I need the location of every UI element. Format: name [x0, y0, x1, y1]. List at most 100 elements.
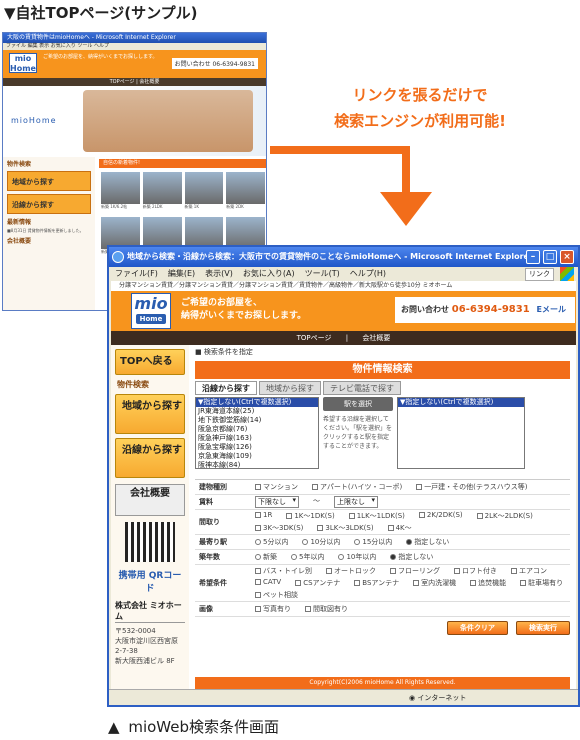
- line-option[interactable]: ▼指定しない(Ctrlで複数選択): [196, 398, 318, 407]
- minimize-icon[interactable]: –: [526, 250, 540, 264]
- checkbox-option[interactable]: フローリング: [390, 566, 440, 576]
- radio-option[interactable]: 指定しない: [406, 537, 449, 547]
- house-photo[interactable]: [142, 172, 182, 204]
- line-option[interactable]: 阪急京都線(76): [196, 425, 318, 434]
- site-logo[interactable]: mio Home: [131, 293, 171, 329]
- station-item[interactable]: ▼指定しない(Ctrlで複数選択): [398, 398, 524, 407]
- checkbox-icon[interactable]: [348, 513, 355, 519]
- checkbox-option[interactable]: 3K〜3DK(S): [255, 523, 303, 533]
- checkbox-icon[interactable]: [511, 568, 517, 574]
- checkbox-option[interactable]: オートロック: [326, 566, 376, 576]
- radio-option[interactable]: 指定しない: [390, 552, 433, 562]
- checkbox-option[interactable]: 間取図有り: [305, 604, 348, 614]
- radio-icon[interactable]: [255, 554, 261, 560]
- checkbox-option[interactable]: 2LK〜2LDK(S): [476, 511, 533, 521]
- line-option[interactable]: 阪急宝塚線(126): [196, 443, 318, 452]
- checkbox-icon[interactable]: [326, 568, 332, 574]
- checkbox-icon[interactable]: [390, 568, 396, 574]
- checkbox-option[interactable]: 一戸建・その他(テラスハウス等): [416, 482, 528, 492]
- menu-view[interactable]: 表示(V): [205, 267, 233, 281]
- radio-option[interactable]: 10年以内: [338, 552, 376, 562]
- checkbox-option[interactable]: ロフト付き: [454, 566, 497, 576]
- menu-favorites[interactable]: お気に入り(A): [243, 267, 295, 281]
- company-button[interactable]: 会社概要: [115, 484, 185, 516]
- checkbox-icon[interactable]: [520, 580, 527, 586]
- checkbox-option[interactable]: 1LK〜1LDK(S): [348, 511, 405, 521]
- top-links[interactable]: 分譲マンション賃貸／分譲マンション賃貸／分譲マンション賃貸／賃貸物件／高級物件／…: [111, 281, 576, 291]
- radio-option[interactable]: 5分以内: [255, 537, 288, 547]
- radio-icon[interactable]: [390, 554, 397, 560]
- radio-option[interactable]: 新築: [255, 552, 277, 562]
- house-photo[interactable]: [226, 172, 265, 204]
- nav-top[interactable]: TOPページ: [297, 334, 332, 342]
- radio-option[interactable]: 5年以内: [291, 552, 324, 562]
- close-icon[interactable]: ×: [560, 250, 574, 264]
- line-option[interactable]: 阪神本線(84): [196, 461, 318, 468]
- checkbox-icon[interactable]: [413, 580, 420, 586]
- nav-company[interactable]: 会社概要: [362, 334, 390, 342]
- checkbox-option[interactable]: 室内洗濯機: [413, 578, 456, 588]
- checkbox-option[interactable]: 追焚機能: [470, 578, 506, 588]
- station-listbox[interactable]: ▼指定しない(Ctrlで複数選択): [397, 397, 525, 469]
- radio-option[interactable]: 10分以内: [302, 537, 340, 547]
- radio-icon[interactable]: [302, 539, 309, 545]
- links-button[interactable]: リンク: [525, 268, 554, 281]
- checkbox-option[interactable]: 1R: [255, 511, 272, 521]
- line-search-button[interactable]: 沿線から探す: [115, 438, 185, 478]
- checkbox-option[interactable]: CATV: [255, 578, 281, 588]
- checkbox-icon[interactable]: [255, 592, 261, 598]
- line-option[interactable]: 阪急神戸線(163): [196, 434, 318, 443]
- tab-videophone[interactable]: テレビ電話で探す: [323, 381, 401, 395]
- radio-icon[interactable]: [338, 554, 345, 560]
- line-listbox[interactable]: ▼指定しない(Ctrlで複数選択) JR東海道本線(25) 地下鉄御堂筋線(14) 阪…: [195, 397, 319, 469]
- station-select-button[interactable]: 駅を選択: [323, 397, 393, 411]
- menu-help[interactable]: ヘルプ(H): [350, 267, 386, 281]
- checkbox-icon[interactable]: [255, 606, 261, 612]
- radio-icon[interactable]: [354, 539, 361, 545]
- radio-icon[interactable]: [255, 539, 261, 545]
- top-back-button[interactable]: TOPへ戻る: [115, 349, 185, 375]
- checkbox-icon[interactable]: [305, 606, 311, 612]
- checkbox-icon[interactable]: [286, 513, 293, 519]
- checkbox-option[interactable]: 2K/2DK(S): [418, 511, 463, 521]
- checkbox-option[interactable]: アパート(ハイツ・コーポ): [312, 482, 402, 492]
- checkbox-icon[interactable]: [255, 484, 261, 490]
- radio-option[interactable]: 15分以内: [354, 537, 392, 547]
- checkbox-icon[interactable]: [255, 525, 261, 531]
- checkbox-icon[interactable]: [476, 513, 483, 519]
- checkbox-icon[interactable]: [418, 512, 425, 518]
- checkbox-option[interactable]: 3LK〜3LDK(S): [317, 523, 374, 533]
- line-option[interactable]: JR東海道本線(25): [196, 407, 318, 416]
- email-link[interactable]: Eメール: [536, 305, 565, 314]
- radio-icon[interactable]: [291, 554, 297, 560]
- checkbox-icon[interactable]: [416, 484, 423, 490]
- menu-tools[interactable]: ツール(T): [305, 267, 340, 281]
- checkbox-option[interactable]: 1K〜1DK(S): [286, 511, 335, 521]
- checkbox-option[interactable]: 写真有り: [255, 604, 291, 614]
- checkbox-option[interactable]: 駐車場有り: [520, 578, 563, 588]
- checkbox-option[interactable]: BSアンテナ: [354, 578, 399, 588]
- search-button[interactable]: 検索実行: [516, 621, 570, 635]
- tab-area[interactable]: 地域から探す: [259, 381, 321, 395]
- line-option[interactable]: 京急東海線(109): [196, 452, 318, 461]
- clear-button[interactable]: 条件クリア: [447, 621, 508, 635]
- checkbox-icon[interactable]: [255, 579, 261, 585]
- checkbox-icon[interactable]: [312, 484, 318, 490]
- checkbox-icon[interactable]: [255, 512, 261, 518]
- checkbox-icon[interactable]: [255, 568, 261, 574]
- checkbox-option[interactable]: バス・トイレ別: [255, 566, 312, 576]
- checkbox-option[interactable]: 4K〜: [387, 523, 412, 533]
- checkbox-icon[interactable]: [295, 580, 302, 586]
- checkbox-icon[interactable]: [454, 568, 460, 574]
- tab-line[interactable]: 沿線から探す: [195, 381, 257, 395]
- checkbox-option[interactable]: エアコン: [511, 566, 547, 576]
- rent-to-select[interactable]: 上限なし: [334, 496, 378, 508]
- house-photo[interactable]: [184, 172, 224, 204]
- checkbox-icon[interactable]: [317, 525, 324, 531]
- menu-file[interactable]: ファイル(F): [115, 267, 158, 281]
- checkbox-option[interactable]: マンション: [255, 482, 298, 492]
- radio-icon[interactable]: [406, 539, 413, 545]
- checkbox-icon[interactable]: [470, 580, 477, 586]
- rent-from-select[interactable]: 下限なし: [255, 496, 299, 508]
- line-option[interactable]: 地下鉄御堂筋線(14): [196, 416, 318, 425]
